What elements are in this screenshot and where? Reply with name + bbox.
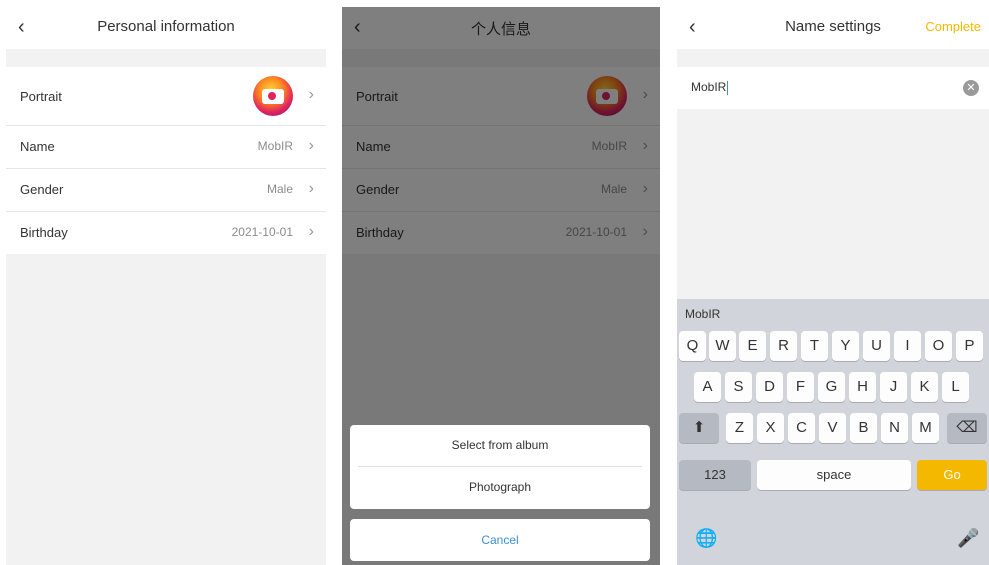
key-b[interactable]: B [850, 413, 877, 443]
info-list: Portrait › Name MobIR › Gender Male › Bi… [6, 67, 326, 254]
text-caret [727, 80, 729, 95]
name-input-field[interactable]: MobIR ✕ [677, 67, 989, 109]
row-label: Birthday [20, 225, 68, 240]
chevron-right-icon: › [308, 86, 314, 103]
key-e[interactable]: E [739, 331, 766, 361]
header: ‹ Name settings Complete [677, 7, 989, 49]
chevron-right-icon: › [308, 137, 314, 154]
key-l[interactable]: L [942, 372, 969, 402]
complete-button[interactable]: Complete [925, 19, 981, 34]
row-label: Gender [20, 182, 64, 197]
key-w[interactable]: W [709, 331, 736, 361]
keyboard-row-2: A S D F G H J K L [677, 372, 989, 404]
key-c[interactable]: C [788, 413, 815, 443]
keyboard-row-3: ⬆ Z X C V B N M ⌫ [677, 413, 989, 445]
key-z[interactable]: Z [726, 413, 753, 443]
key-i[interactable]: I [894, 331, 921, 361]
name-input-value[interactable]: MobIR [691, 80, 729, 95]
row-value: 2021-10-01 [231, 225, 293, 239]
chevron-right-icon: › [308, 223, 314, 240]
photograph-button[interactable]: Photograph [350, 467, 650, 508]
globe-icon[interactable]: 🌐 [695, 528, 717, 549]
row-label: Portrait [20, 89, 62, 104]
key-s[interactable]: S [725, 372, 752, 402]
personal-info-screen: ‹ Personal information Portrait › Name M… [6, 7, 326, 565]
key-r[interactable]: R [770, 331, 797, 361]
row-portrait[interactable]: Portrait › [6, 67, 326, 126]
key-f[interactable]: F [787, 372, 814, 402]
clear-icon[interactable]: ✕ [963, 80, 979, 96]
microphone-icon[interactable]: 🎤 [957, 528, 979, 549]
key-d[interactable]: D [756, 372, 783, 402]
key-x[interactable]: X [757, 413, 784, 443]
delete-icon[interactable]: ⌫ [947, 413, 987, 443]
page-title: Personal information [97, 18, 235, 35]
keyboard-row-1: Q W E R T Y U I O P [677, 331, 989, 363]
cancel-sheet: Cancel [350, 519, 650, 561]
go-key[interactable]: Go [917, 460, 987, 490]
name-settings-screen: ‹ Name settings Complete MobIR ✕ MobIR Q… [677, 7, 989, 565]
camera-lens-icon [268, 92, 276, 100]
key-a[interactable]: A [694, 372, 721, 402]
key-t[interactable]: T [801, 331, 828, 361]
row-gender[interactable]: Gender Male › [6, 169, 326, 212]
keyboard-row-4: 123 space Go [677, 460, 989, 492]
keyboard-suggestion[interactable]: MobIR [685, 307, 720, 321]
key-m[interactable]: M [912, 413, 939, 443]
keyboard: MobIR Q W E R T Y U I O P A S D F G H J … [677, 299, 989, 565]
key-y[interactable]: Y [832, 331, 859, 361]
numbers-key[interactable]: 123 [679, 460, 751, 490]
header: ‹ Personal information [6, 7, 326, 49]
photo-options-sheet: Select from album Photograph [350, 425, 650, 509]
row-label: Name [20, 139, 55, 154]
key-v[interactable]: V [819, 413, 846, 443]
space-key[interactable]: space [757, 460, 911, 490]
row-value: Male [266, 182, 293, 196]
key-n[interactable]: N [881, 413, 908, 443]
key-k[interactable]: K [911, 372, 938, 402]
select-from-album-button[interactable]: Select from album [358, 425, 642, 467]
avatar[interactable] [253, 76, 293, 116]
key-o[interactable]: O [925, 331, 952, 361]
row-name[interactable]: Name MobIR › [6, 126, 326, 169]
shift-icon[interactable]: ⬆ [679, 413, 719, 443]
input-text: MobIR [691, 80, 727, 94]
key-h[interactable]: H [849, 372, 876, 402]
personal-info-photo-sheet-screen: ‹ 个人信息 Portrait › Name MobIR › Gender Ma… [342, 7, 660, 565]
key-p[interactable]: P [956, 331, 983, 361]
key-q[interactable]: Q [679, 331, 706, 361]
chevron-right-icon: › [308, 180, 314, 197]
row-value: MobIR [257, 139, 293, 153]
key-g[interactable]: G [818, 372, 845, 402]
row-birthday[interactable]: Birthday 2021-10-01 › [6, 212, 326, 254]
key-j[interactable]: J [880, 372, 907, 402]
cancel-button[interactable]: Cancel [350, 519, 650, 561]
key-u[interactable]: U [863, 331, 890, 361]
